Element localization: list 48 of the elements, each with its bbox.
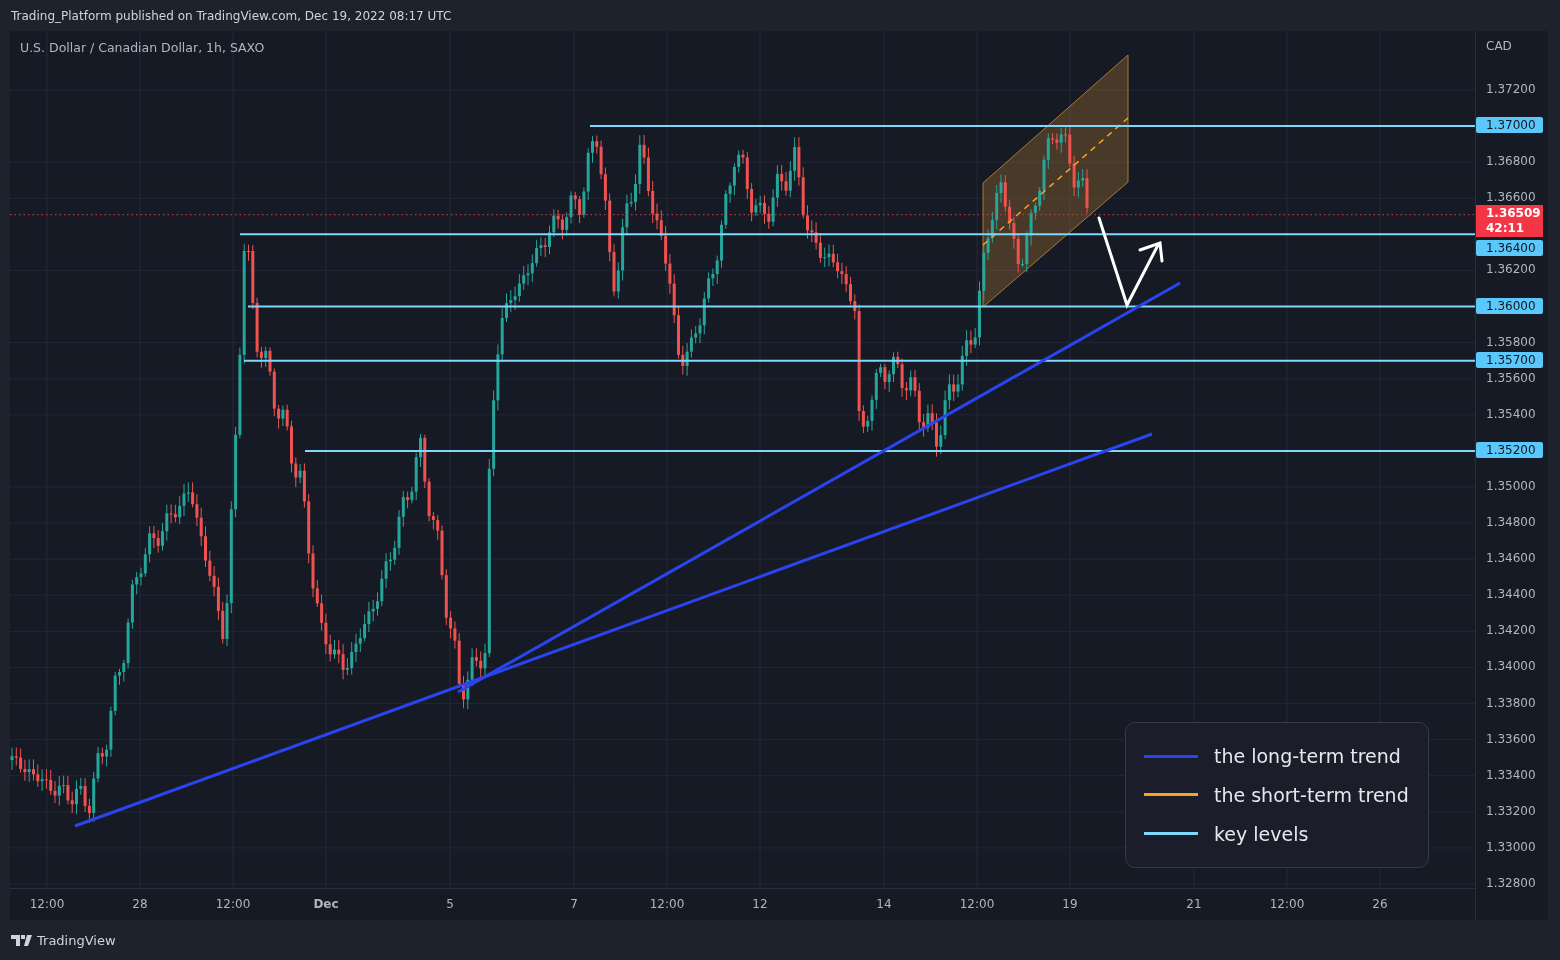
price-axis-label: 1.34000 [1486,659,1536,674]
currency-label: CAD [1486,39,1512,53]
price-axis-label: 1.35000 [1486,479,1536,493]
brand-name: TradingView [37,932,116,948]
time-axis-label: Dec [313,897,339,911]
time-axis-label: 28 [132,897,148,911]
publish-caption: Trading_Platform published on TradingView.com, Dec 19, 2022 08:17 UTC [11,8,452,23]
time-axis-label: 5 [446,897,454,911]
price-axis-label: 1.36200 [1486,262,1536,277]
price-axis-label: 1.36800 [1486,154,1536,169]
key-level-price-tag: 1.35700 [1476,351,1543,368]
tradingview-logo-icon [11,934,33,946]
price-axis-label: 1.33800 [1486,695,1536,710]
bar-countdown: 42:11 [1486,220,1526,236]
time-axis-label: 12:00 [215,897,251,911]
symbol-title: U.S. Dollar / Canadian Dollar, 1h, SAXO [20,40,265,55]
price-axis-label: 1.34400 [1486,587,1536,602]
key-level-price-tag: 1.35200 [1476,441,1543,458]
time-axis-label: 12:00 [29,897,65,911]
time-axis-label: 12:00 [1269,897,1305,911]
legend-label: key levels [1214,822,1309,845]
time-axis-label: 26 [1372,897,1388,911]
legend-label: the long-term trend [1214,745,1401,768]
price-axis-label: 1.34800 [1486,515,1536,530]
time-axis-label: 21 [1186,897,1202,911]
price-axis-label: 1.33600 [1486,731,1536,746]
price-axis-label: 1.33200 [1486,803,1536,818]
price-axis-label: 1.35600 [1486,370,1536,385]
price-axis-label: 1.33000 [1486,839,1536,854]
price-axis-label: 1.32800 [1486,875,1536,890]
time-axis-label: 19 [1062,897,1078,911]
time-axis-label: 7 [570,897,578,911]
price-axis-label: 1.37200 [1486,82,1536,96]
time-axis-label: 12 [752,897,768,911]
legend-label: the short-term trend [1214,784,1409,806]
price-axis-label: 1.35800 [1486,334,1536,349]
price-axis-label: 1.34200 [1486,623,1536,638]
key-level-price-tag: 1.37000 [1476,117,1543,134]
price-axis-label: 1.35400 [1486,406,1536,421]
key-level-price-tag: 1.36400 [1476,239,1543,256]
time-axis-label: 14 [876,897,892,911]
time-axis-label: 12:00 [959,897,995,911]
current-price: 1.36509 [1486,205,1542,221]
price-axis-label: 1.36600 [1486,190,1536,205]
time-axis-label: 12:00 [649,897,685,911]
price-axis-label: 1.34600 [1486,551,1536,566]
price-axis-label: 1.33400 [1486,767,1536,782]
key-level-price-tag: 1.36000 [1476,297,1543,314]
